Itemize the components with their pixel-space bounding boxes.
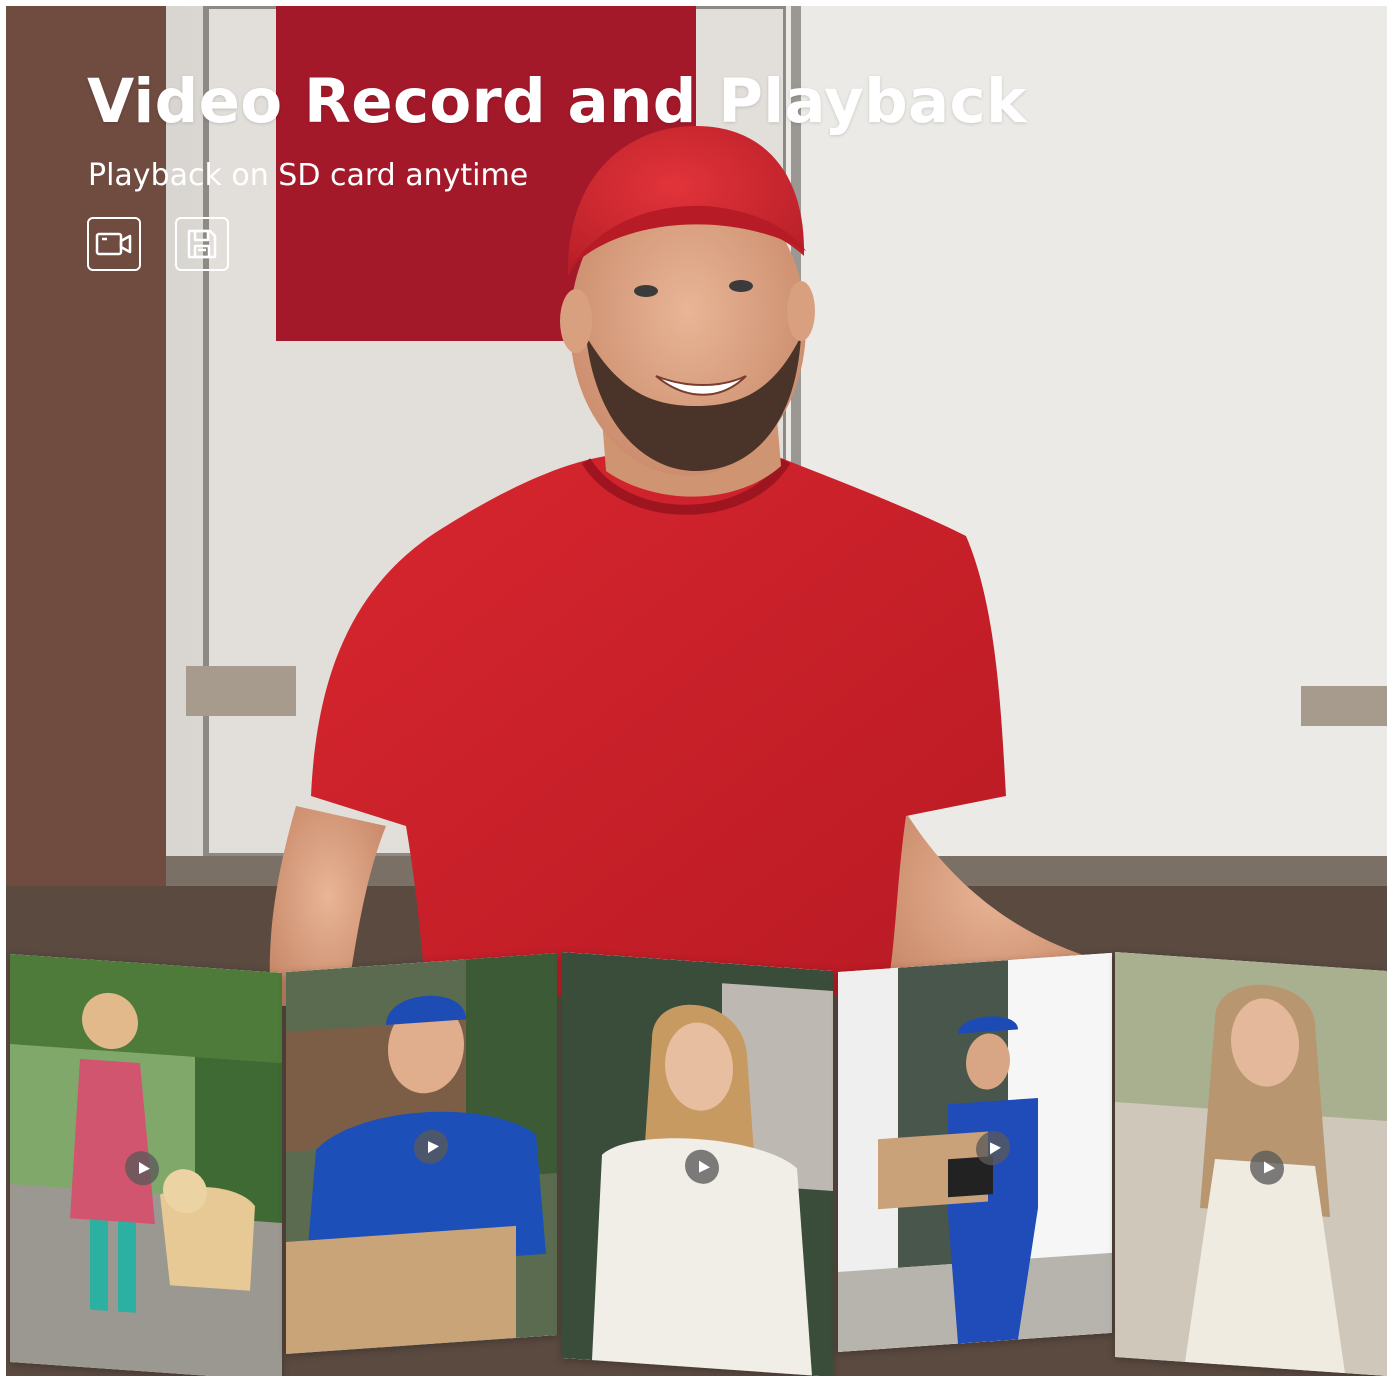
play-icon	[989, 1142, 1001, 1155]
page-subtitle: Playback on SD card anytime	[88, 158, 529, 193]
play-icon	[698, 1160, 710, 1173]
video-thumbnail-woman-coat[interactable]	[562, 952, 833, 1376]
video-thumbnail-delivery-overalls[interactable]	[838, 952, 1112, 1352]
video-camera-icon	[87, 217, 141, 271]
thumbnail-scene	[838, 952, 1112, 1352]
play-icon	[427, 1141, 439, 1154]
page-title: Video Record and Playback	[87, 66, 1027, 137]
play-icon	[1263, 1161, 1275, 1174]
ad-banner: Video Record and Playback Playback on SD…	[6, 6, 1387, 1376]
video-thumbnail-woman-dress[interactable]	[1115, 952, 1387, 1376]
video-thumbnail-delivery-blue[interactable]	[286, 953, 557, 1354]
video-thumbnail-girl-dog[interactable]	[10, 954, 282, 1376]
floppy-save-icon	[175, 217, 229, 271]
play-icon	[138, 1161, 150, 1174]
